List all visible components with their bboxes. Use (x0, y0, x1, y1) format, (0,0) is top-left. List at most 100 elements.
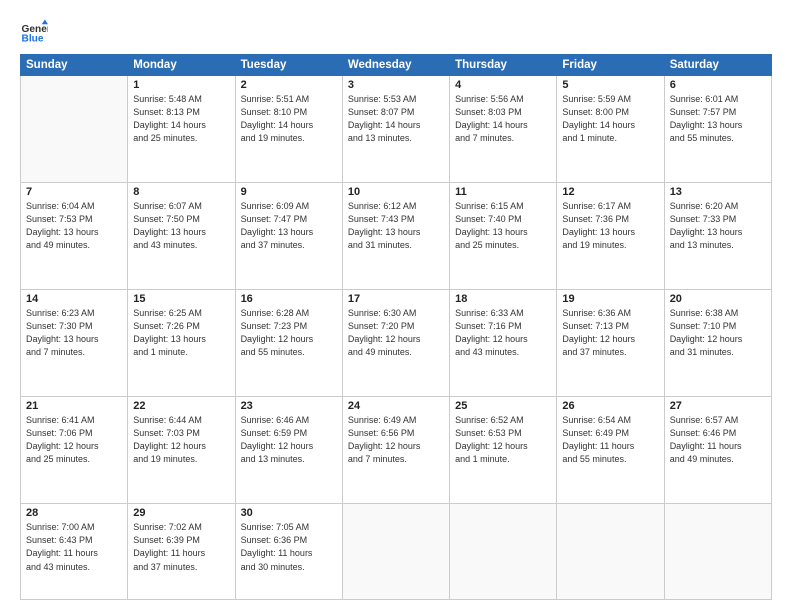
col-header-monday: Monday (128, 55, 235, 76)
day-info: Sunrise: 6:44 AMSunset: 7:03 PMDaylight:… (133, 414, 229, 466)
day-info: Sunrise: 6:41 AMSunset: 7:06 PMDaylight:… (26, 414, 122, 466)
day-info: Sunrise: 6:33 AMSunset: 7:16 PMDaylight:… (455, 307, 551, 359)
day-cell: 15 Sunrise: 6:25 AMSunset: 7:26 PMDayligh… (128, 290, 235, 397)
day-cell: 17 Sunrise: 6:30 AMSunset: 7:20 PMDayligh… (342, 290, 449, 397)
col-header-wednesday: Wednesday (342, 55, 449, 76)
day-number: 21 (26, 400, 122, 412)
day-number: 9 (241, 186, 337, 198)
day-number: 25 (455, 400, 551, 412)
day-number: 4 (455, 79, 551, 91)
day-number: 29 (133, 507, 229, 519)
day-number: 17 (348, 293, 444, 305)
day-info: Sunrise: 6:25 AMSunset: 7:26 PMDaylight:… (133, 307, 229, 359)
day-info: Sunrise: 6:54 AMSunset: 6:49 PMDaylight:… (562, 414, 658, 466)
day-cell: 8 Sunrise: 6:07 AMSunset: 7:50 PMDaylight… (128, 183, 235, 290)
day-info: Sunrise: 6:20 AMSunset: 7:33 PMDaylight:… (670, 200, 766, 252)
day-cell: 5 Sunrise: 5:59 AMSunset: 8:00 PMDaylight… (557, 76, 664, 183)
day-cell (450, 504, 557, 600)
day-cell: 7 Sunrise: 6:04 AMSunset: 7:53 PMDaylight… (21, 183, 128, 290)
logo-icon: General Blue (20, 18, 48, 46)
day-number: 10 (348, 186, 444, 198)
day-cell: 4 Sunrise: 5:56 AMSunset: 8:03 PMDaylight… (450, 76, 557, 183)
day-info: Sunrise: 6:04 AMSunset: 7:53 PMDaylight:… (26, 200, 122, 252)
week-row-2: 7 Sunrise: 6:04 AMSunset: 7:53 PMDaylight… (21, 183, 772, 290)
day-info: Sunrise: 5:53 AMSunset: 8:07 PMDaylight:… (348, 93, 444, 145)
day-info: Sunrise: 5:59 AMSunset: 8:00 PMDaylight:… (562, 93, 658, 145)
day-number: 24 (348, 400, 444, 412)
day-number: 27 (670, 400, 766, 412)
day-number: 13 (670, 186, 766, 198)
day-info: Sunrise: 6:15 AMSunset: 7:40 PMDaylight:… (455, 200, 551, 252)
column-headers: SundayMondayTuesdayWednesdayThursdayFrid… (21, 55, 772, 76)
day-info: Sunrise: 5:51 AMSunset: 8:10 PMDaylight:… (241, 93, 337, 145)
col-header-tuesday: Tuesday (235, 55, 342, 76)
week-row-4: 21 Sunrise: 6:41 AMSunset: 7:06 PMDayligh… (21, 397, 772, 504)
day-number: 5 (562, 79, 658, 91)
day-info: Sunrise: 6:09 AMSunset: 7:47 PMDaylight:… (241, 200, 337, 252)
day-info: Sunrise: 6:12 AMSunset: 7:43 PMDaylight:… (348, 200, 444, 252)
day-cell: 30 Sunrise: 7:05 AMSunset: 6:36 PMDayligh… (235, 504, 342, 600)
day-info: Sunrise: 6:17 AMSunset: 7:36 PMDaylight:… (562, 200, 658, 252)
day-number: 30 (241, 507, 337, 519)
day-info: Sunrise: 6:30 AMSunset: 7:20 PMDaylight:… (348, 307, 444, 359)
day-number: 18 (455, 293, 551, 305)
day-cell: 27 Sunrise: 6:57 AMSunset: 6:46 PMDayligh… (664, 397, 771, 504)
day-cell: 1 Sunrise: 5:48 AMSunset: 8:13 PMDaylight… (128, 76, 235, 183)
week-row-5: 28 Sunrise: 7:00 AMSunset: 6:43 PMDayligh… (21, 504, 772, 600)
day-cell (557, 504, 664, 600)
header: General Blue (20, 18, 772, 46)
day-info: Sunrise: 6:23 AMSunset: 7:30 PMDaylight:… (26, 307, 122, 359)
day-info: Sunrise: 7:00 AMSunset: 6:43 PMDaylight:… (26, 521, 122, 573)
day-number: 19 (562, 293, 658, 305)
calendar-page: General Blue SundayMondayTuesdayWednesda… (0, 0, 792, 612)
day-cell: 20Sunrise: 6:38 AMSunset: 7:10 PMDayligh… (664, 290, 771, 397)
day-number: 20 (670, 293, 766, 305)
col-header-thursday: Thursday (450, 55, 557, 76)
day-info: Sunrise: 6:01 AMSunset: 7:57 PMDaylight:… (670, 93, 766, 145)
day-cell: 12 Sunrise: 6:17 AMSunset: 7:36 PMDayligh… (557, 183, 664, 290)
day-number: 2 (241, 79, 337, 91)
day-number: 11 (455, 186, 551, 198)
day-number: 16 (241, 293, 337, 305)
day-cell: 25 Sunrise: 6:52 AMSunset: 6:53 PMDayligh… (450, 397, 557, 504)
day-info: Sunrise: 6:46 AMSunset: 6:59 PMDaylight:… (241, 414, 337, 466)
day-cell: 16 Sunrise: 6:28 AMSunset: 7:23 PMDayligh… (235, 290, 342, 397)
day-number: 1 (133, 79, 229, 91)
day-number: 28 (26, 507, 122, 519)
day-cell: 11 Sunrise: 6:15 AMSunset: 7:40 PMDayligh… (450, 183, 557, 290)
calendar-body: 1 Sunrise: 5:48 AMSunset: 8:13 PMDaylight… (21, 76, 772, 600)
day-cell (664, 504, 771, 600)
col-header-sunday: Sunday (21, 55, 128, 76)
day-cell: 9 Sunrise: 6:09 AMSunset: 7:47 PMDaylight… (235, 183, 342, 290)
day-info: Sunrise: 6:52 AMSunset: 6:53 PMDaylight:… (455, 414, 551, 466)
col-header-saturday: Saturday (664, 55, 771, 76)
day-cell: 2 Sunrise: 5:51 AMSunset: 8:10 PMDaylight… (235, 76, 342, 183)
day-cell: 19Sunrise: 6:36 AMSunset: 7:13 PMDayligh… (557, 290, 664, 397)
day-cell: 21 Sunrise: 6:41 AMSunset: 7:06 PMDayligh… (21, 397, 128, 504)
day-info: Sunrise: 7:05 AMSunset: 6:36 PMDaylight:… (241, 521, 337, 573)
day-number: 8 (133, 186, 229, 198)
day-cell (342, 504, 449, 600)
day-info: Sunrise: 5:56 AMSunset: 8:03 PMDaylight:… (455, 93, 551, 145)
week-row-3: 14 Sunrise: 6:23 AMSunset: 7:30 PMDayligh… (21, 290, 772, 397)
day-cell: 22 Sunrise: 6:44 AMSunset: 7:03 PMDayligh… (128, 397, 235, 504)
day-number: 7 (26, 186, 122, 198)
day-number: 12 (562, 186, 658, 198)
day-cell: 6Sunrise: 6:01 AMSunset: 7:57 PMDaylight… (664, 76, 771, 183)
day-cell: 24 Sunrise: 6:49 AMSunset: 6:56 PMDayligh… (342, 397, 449, 504)
day-info: Sunrise: 6:28 AMSunset: 7:23 PMDaylight:… (241, 307, 337, 359)
day-number: 22 (133, 400, 229, 412)
day-cell: 29Sunrise: 7:02 AMSunset: 6:39 PMDayligh… (128, 504, 235, 600)
day-number: 15 (133, 293, 229, 305)
day-info: Sunrise: 6:57 AMSunset: 6:46 PMDaylight:… (670, 414, 766, 466)
day-info: Sunrise: 6:07 AMSunset: 7:50 PMDaylight:… (133, 200, 229, 252)
day-info: Sunrise: 6:49 AMSunset: 6:56 PMDaylight:… (348, 414, 444, 466)
calendar-table: SundayMondayTuesdayWednesdayThursdayFrid… (20, 54, 772, 600)
svg-text:Blue: Blue (22, 33, 44, 44)
day-cell: 14 Sunrise: 6:23 AMSunset: 7:30 PMDayligh… (21, 290, 128, 397)
day-number: 3 (348, 79, 444, 91)
day-cell: 18 Sunrise: 6:33 AMSunset: 7:16 PMDayligh… (450, 290, 557, 397)
day-number: 14 (26, 293, 122, 305)
day-cell: 3 Sunrise: 5:53 AMSunset: 8:07 PMDaylight… (342, 76, 449, 183)
day-info: Sunrise: 5:48 AMSunset: 8:13 PMDaylight:… (133, 93, 229, 145)
